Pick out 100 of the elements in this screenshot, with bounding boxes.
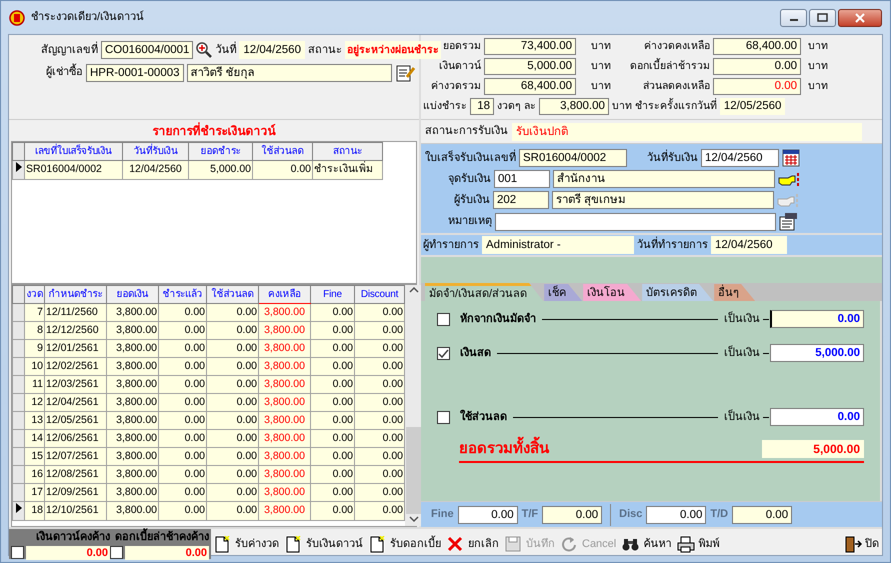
input-field[interactable]: 0.00 bbox=[770, 310, 864, 328]
column-header[interactable]: กำหนดชำระ bbox=[44, 286, 106, 304]
tab[interactable]: เช็ค bbox=[544, 284, 582, 301]
column-header[interactable]: Discount bbox=[354, 286, 404, 304]
input-field[interactable]: สำนักงาน bbox=[553, 170, 775, 188]
row-selector[interactable] bbox=[12, 502, 24, 520]
input-field[interactable]: 0.00 bbox=[713, 78, 801, 95]
toolbar-button[interactable]: รับเงินดาวน์ bbox=[282, 536, 366, 552]
table-cell: 0.00 bbox=[206, 412, 258, 430]
input-field[interactable]: 12/04/2560 bbox=[701, 149, 779, 167]
tab[interactable]: บัตรเครดิต bbox=[642, 284, 714, 301]
checkbox[interactable] bbox=[437, 410, 450, 424]
scrollbar[interactable] bbox=[405, 285, 422, 526]
table-cell: 3,800.00 bbox=[106, 340, 158, 358]
column-header[interactable]: ยอดเงิน bbox=[106, 286, 158, 304]
input-field[interactable]: 5,000.00 bbox=[484, 58, 576, 75]
table-cell: 0.00 bbox=[310, 430, 354, 448]
printer-icon bbox=[677, 536, 696, 552]
toolbar-button[interactable]: ยกเลิก bbox=[444, 536, 502, 552]
edit-document-icon[interactable] bbox=[395, 63, 415, 82]
column-header[interactable]: คงเหลือ bbox=[258, 286, 310, 304]
field-label: แบ่งชำระ bbox=[423, 98, 467, 114]
column-header[interactable]: ใช้ส่วนลด bbox=[206, 286, 258, 304]
table-cell: 0.00 bbox=[158, 322, 206, 340]
table-cell: 0.00 bbox=[354, 340, 404, 358]
input-field[interactable]: 12/05/2560 bbox=[720, 98, 786, 115]
input-field[interactable]: 5,000.00 bbox=[770, 344, 864, 362]
field-label: เงินดาวน์คงค้าง bbox=[35, 529, 110, 545]
column-header[interactable]: ใช้ส่วนลด bbox=[252, 142, 312, 160]
table-cell: 0.00 bbox=[310, 394, 354, 412]
input-field[interactable]: 202 bbox=[493, 191, 549, 209]
checkbox[interactable] bbox=[437, 312, 450, 326]
input-field[interactable]: HPR-0001-00003 bbox=[86, 64, 184, 82]
table-cell: 12/04/2561 bbox=[44, 394, 106, 412]
input-field[interactable]: 0.00 bbox=[713, 58, 801, 75]
input-field[interactable]: 18 bbox=[470, 98, 494, 115]
maximize-button[interactable] bbox=[809, 9, 836, 27]
input-field[interactable]: CO016004/0001 bbox=[101, 41, 194, 59]
column-header[interactable]: Fine bbox=[310, 286, 354, 304]
input-field[interactable]: Administrator - bbox=[482, 236, 634, 254]
column-header[interactable]: งวด bbox=[24, 286, 44, 304]
input-field[interactable]: 0.00 bbox=[770, 408, 864, 426]
column-header[interactable]: เลขที่ใบเสร็จรับเงิน bbox=[24, 142, 122, 160]
column-header[interactable]: วันที่รับเงิน bbox=[122, 142, 188, 160]
input-field[interactable]: 0.00 bbox=[732, 506, 792, 524]
toolbar-button[interactable]: ปิด bbox=[841, 536, 882, 552]
field-label: สัญญาเลขที่ bbox=[41, 42, 98, 58]
field-label: T/F bbox=[522, 507, 538, 522]
field-label: ผู้รับเงิน bbox=[454, 192, 490, 208]
field-label: วันที่รับเงิน bbox=[647, 150, 698, 166]
tab[interactable]: เงินโอน bbox=[583, 284, 642, 301]
input-field[interactable]: 3,800.00 bbox=[538, 98, 609, 115]
input-field[interactable]: 12/04/2560 bbox=[711, 236, 787, 254]
input-field[interactable]: รับเงินปกติ bbox=[512, 122, 862, 140]
input-field[interactable]: SR016004/0002 bbox=[519, 149, 627, 167]
table-cell: 12/08/2561 bbox=[44, 466, 106, 484]
calendar-icon[interactable] bbox=[782, 149, 800, 167]
column-header[interactable]: สถานะ bbox=[312, 142, 382, 160]
input-field[interactable]: 12/04/2560 bbox=[239, 41, 305, 59]
toolbar-button[interactable]: พิมพ์ bbox=[674, 536, 722, 552]
table-cell: 0.00 bbox=[206, 358, 258, 376]
checkbox[interactable] bbox=[11, 546, 24, 559]
input-field[interactable]: อยู่ระหว่างผ่อนชำระ bbox=[344, 41, 441, 59]
search-icon[interactable] bbox=[196, 42, 212, 58]
tab[interactable]: มัดจำ/เงินสด/ส่วนลด bbox=[425, 283, 544, 301]
input-field[interactable]: 001 bbox=[494, 170, 550, 188]
note-field[interactable] bbox=[495, 212, 776, 230]
pointing-hand-icon[interactable] bbox=[778, 172, 800, 186]
input-field[interactable]: 0.00 bbox=[646, 506, 706, 524]
tab[interactable]: อื่นๆ bbox=[714, 284, 756, 301]
notepad-icon[interactable] bbox=[779, 212, 798, 231]
table-cell: 0.00 bbox=[310, 322, 354, 340]
column-header[interactable]: ยอดชำระ bbox=[188, 142, 252, 160]
toolbar-button[interactable]: ค้นหา bbox=[619, 536, 674, 552]
column-header[interactable]: ชำระแล้ว bbox=[158, 286, 206, 304]
field-label: Disc bbox=[619, 507, 642, 522]
input-field[interactable]: 5,000.00 bbox=[762, 440, 864, 458]
toolbar-button[interactable]: รับดอกเบี้ย bbox=[366, 536, 444, 552]
minimize-button[interactable] bbox=[780, 9, 807, 27]
input-field[interactable]: 0.00 bbox=[542, 506, 602, 524]
table-cell: 0.00 bbox=[310, 502, 354, 520]
row-selector[interactable] bbox=[12, 160, 24, 180]
input-field[interactable]: ราตรี สุขเกษม bbox=[552, 191, 774, 209]
toolbar-button[interactable]: รับค่างวด bbox=[211, 536, 282, 552]
input-field[interactable]: 73,400.00 bbox=[484, 38, 576, 55]
field-label: ดอกเบี้ยล่าช้าคงค้าง bbox=[110, 529, 209, 546]
table-cell: 0.00 bbox=[158, 430, 206, 448]
close-button[interactable] bbox=[838, 9, 882, 27]
input-field[interactable]: 68,400.00 bbox=[713, 38, 801, 55]
table-cell: 0.00 bbox=[158, 304, 206, 322]
table-cell: 0.00 bbox=[158, 358, 206, 376]
checkbox[interactable] bbox=[437, 346, 450, 360]
field-label: เป็นเงิน bbox=[724, 344, 760, 361]
input-field[interactable]: 68,400.00 bbox=[484, 78, 576, 95]
input-field[interactable]: สาวิตรี ชัยกุล bbox=[186, 64, 392, 82]
table-cell: 12/03/2561 bbox=[44, 376, 106, 394]
input-field[interactable]: 0.00 bbox=[458, 506, 518, 524]
field-label: จุดรับเงิน bbox=[448, 172, 491, 187]
table-cell: 12/04/2560 bbox=[122, 160, 188, 180]
checkbox[interactable] bbox=[110, 546, 123, 559]
